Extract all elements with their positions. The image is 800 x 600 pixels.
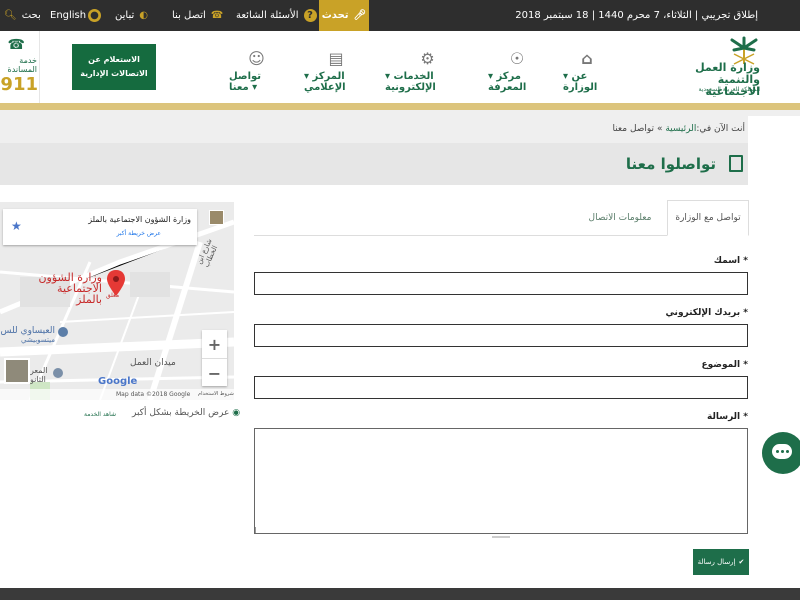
question-icon: ? bbox=[303, 9, 317, 22]
zoom-out-button[interactable]: − bbox=[202, 359, 227, 387]
header: ☎ خدمة المساندة 19911 الاستعلام عن الاتص… bbox=[0, 31, 800, 103]
email-label: بريدك الإلكتروني * bbox=[665, 308, 748, 318]
name-label: اسمك * bbox=[713, 256, 748, 266]
zoom-in-button[interactable]: + bbox=[202, 330, 227, 358]
location-pin-icon: ◉ bbox=[232, 408, 241, 418]
contact-link[interactable]: اتصل بنا ☎ bbox=[172, 0, 223, 31]
microphone-icon: 🎤︎ bbox=[353, 10, 367, 21]
chevron-down-icon: ▾ bbox=[304, 71, 310, 82]
map-terms-link[interactable]: شروط الاستخدام bbox=[198, 391, 234, 397]
check-icon: ✔ bbox=[738, 558, 745, 566]
map-thumbnail bbox=[209, 210, 224, 225]
map-poi-icon bbox=[53, 368, 63, 378]
chevron-down-icon: ▾ bbox=[563, 71, 569, 82]
google-logo: Google bbox=[98, 376, 138, 387]
globe-icon: ● bbox=[88, 9, 101, 22]
nav-contact[interactable]: ☺ تواصل معنا ▾ bbox=[229, 49, 284, 95]
name-input[interactable] bbox=[254, 272, 748, 295]
contrast-icon: ◐ bbox=[139, 10, 148, 21]
header-divider bbox=[0, 103, 800, 110]
directions-link[interactable]: شاهد الخدمة bbox=[84, 411, 116, 418]
nav-knowledge[interactable]: ☉ ▾ مركز المعرفة bbox=[488, 49, 546, 95]
nav-eservices[interactable]: ⚙ ▾ الخدمات الإلكترونية bbox=[385, 49, 470, 95]
contact-tabs: تواصل مع الوزارة معلومات الاتصال bbox=[254, 200, 749, 236]
subject-label: الموضوع * bbox=[701, 360, 748, 370]
speak-button[interactable]: تحدث 🎤︎ bbox=[319, 0, 369, 31]
hotline-box[interactable]: ☎ خدمة المساندة 19911 bbox=[0, 31, 40, 103]
nav-about[interactable]: ⌂ ▾ عن الوزارة bbox=[563, 49, 611, 95]
breadcrumb: أنت الآن في:الرئيسية » تواصل معنا bbox=[0, 116, 748, 143]
top-bar: 🔍︎ بحث English ● تباين ◐ اتصل بنا ☎ الأس… bbox=[0, 0, 800, 31]
star-icon[interactable]: ★ bbox=[11, 219, 22, 233]
gears-icon: ⚙ bbox=[420, 49, 435, 68]
chevron-down-icon: ▾ bbox=[488, 71, 494, 82]
chat-icon bbox=[772, 444, 792, 459]
faq-link[interactable]: الأسئلة الشائعة ? bbox=[236, 0, 317, 31]
map-embed[interactable]: وزارة الشؤون الاجتماعية بالملز عرض خريطة… bbox=[0, 202, 234, 400]
footer bbox=[0, 588, 800, 600]
phone-icon: ☎ bbox=[7, 37, 25, 53]
page-title: تواصلوا معنا bbox=[625, 155, 716, 173]
map-pin-label: وزارة الشؤون الاجتماعية بالملز bbox=[38, 271, 102, 306]
lightbulb-icon: ☉ bbox=[509, 49, 525, 68]
search-link[interactable]: 🔍︎ بحث bbox=[4, 0, 41, 31]
document-icon bbox=[729, 155, 743, 172]
contrast-link[interactable]: تباين ◐ bbox=[115, 0, 148, 31]
chevron-down-icon: ▾ bbox=[385, 71, 391, 82]
message-label: الرسالة * bbox=[707, 412, 748, 422]
larger-map-link[interactable]: عرض خريطة أكبر bbox=[117, 230, 161, 237]
tab-contact-ministry[interactable]: تواصل مع الوزارة bbox=[667, 200, 749, 236]
send-message-button[interactable]: إرسال رسالة ✔ bbox=[693, 549, 749, 575]
building-icon: ⌂ bbox=[581, 49, 593, 68]
breadcrumb-home-link[interactable]: الرئيسية bbox=[665, 124, 696, 134]
date-text: إطلاق تجريبي | الثلاثاء، 7 محرم 1440 | 1… bbox=[515, 10, 758, 21]
search-icon: 🔍︎ bbox=[4, 10, 17, 21]
chat-button[interactable] bbox=[762, 432, 800, 474]
email-input[interactable] bbox=[254, 324, 748, 347]
globe-link[interactable]: ● bbox=[88, 0, 101, 31]
tab-contact-info[interactable]: معلومات الاتصال bbox=[575, 200, 665, 236]
ministry-logo[interactable]: وزارة العمل والتنمية الاجتماعية المملكة … bbox=[660, 36, 760, 98]
newspaper-icon: ▤ bbox=[328, 49, 344, 68]
subject-input[interactable] bbox=[254, 376, 748, 399]
name-input-underline bbox=[662, 294, 748, 295]
map-poi-icon bbox=[58, 327, 68, 337]
users-icon: ☺ bbox=[248, 49, 265, 68]
phone-icon: ☎ bbox=[210, 10, 224, 21]
show-larger-map-link[interactable]: عرض الخريطة بشكل أكبر ◉ bbox=[132, 408, 240, 418]
textarea-resize-handle[interactable] bbox=[492, 536, 510, 538]
breadcrumb-current: تواصل معنا bbox=[612, 124, 655, 134]
map-attribution: Map data ©2018 Google شروط الاستخدام bbox=[0, 389, 234, 400]
street-view-thumbnail[interactable] bbox=[4, 358, 30, 384]
chevron-down-icon: ▾ bbox=[252, 82, 258, 93]
map-zoom-controls: + − bbox=[202, 330, 227, 386]
message-textarea[interactable] bbox=[254, 428, 748, 534]
nav-media[interactable]: ▤ ▾ المركز الإعلامي bbox=[304, 49, 368, 95]
map-place-card: وزارة الشؤون الاجتماعية بالملز عرض خريطة… bbox=[3, 209, 197, 245]
english-link[interactable]: English bbox=[50, 0, 86, 31]
page-title-band: تواصلوا معنا bbox=[0, 143, 748, 185]
inquiry-button[interactable]: الاستعلام عن الاتصالات الإدارية bbox=[72, 44, 156, 90]
